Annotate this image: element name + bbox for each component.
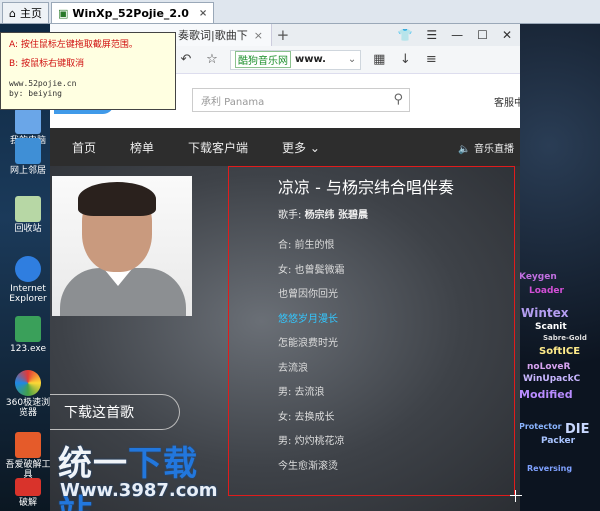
- desktop-icon-network[interactable]: 网上邻居: [4, 138, 52, 176]
- address-url: www.: [295, 54, 326, 65]
- vm-tab-home-label: 主页: [19, 7, 42, 20]
- customer-service-link[interactable]: 客服中: [494, 94, 520, 109]
- close-icon[interactable]: ×: [199, 8, 207, 19]
- lyric-line: 合: 前生的恨: [278, 240, 335, 251]
- star-icon[interactable]: ☆: [204, 52, 220, 67]
- art-text: DIE: [565, 422, 590, 437]
- art-text: Sabre-Gold: [543, 334, 587, 342]
- lyric-line: 去流浪: [278, 362, 308, 374]
- art-text: Packer: [541, 436, 576, 446]
- minimize-icon[interactable]: —: [451, 28, 463, 42]
- search-placeholder: 承利 Panama: [201, 96, 265, 108]
- chevron-down-icon[interactable]: ⌄: [348, 54, 356, 65]
- capture-instructions-tooltip: A: 按住鼠标左键拖取截屏范围。 B: 按鼠标右键取消 www.52pojie.…: [0, 32, 176, 110]
- desktop-icon-label: 回收站: [14, 224, 42, 234]
- art-text: WinUpackC: [523, 374, 581, 384]
- song-title: 凉凉 - 与杨宗纬合唱伴奏: [278, 178, 454, 197]
- tooltip-author: by: beiying: [9, 89, 62, 98]
- art-text: Keygen: [519, 272, 557, 282]
- lyric-line: 今生愈渐滚烫: [278, 460, 338, 472]
- search-icon[interactable]: ⚲: [393, 92, 403, 107]
- lyric-line: 也曾因你回光: [278, 289, 338, 300]
- screen: ⌂ 主页 ▣ WinXp_52Pojie_2.0 × Keygen Loader…: [0, 0, 600, 511]
- undo-icon[interactable]: ↶: [178, 52, 194, 67]
- art-text: noLoveR: [527, 362, 571, 372]
- lyric-line: 怎能浪费时光: [278, 338, 338, 349]
- lyric-line: 男: 灼灼桃花凉: [278, 436, 345, 447]
- desktop-icon-123exe[interactable]: 123.exe: [4, 316, 52, 354]
- lyric-line: 女: 也曾鬓微霜: [278, 264, 345, 276]
- tooltip-site: www.52pojie.cn: [9, 79, 77, 88]
- address-bar[interactable]: 酷狗音乐网 www. ⌄: [230, 49, 362, 70]
- download-song-button[interactable]: 下载这首歌: [50, 394, 180, 430]
- more-icon[interactable]: ≡: [423, 52, 439, 67]
- vm-tab-home[interactable]: ⌂ 主页: [2, 2, 49, 23]
- art-text: Loader: [529, 286, 564, 296]
- vm-icon: ▣: [57, 6, 69, 20]
- art-text: Modified: [519, 388, 573, 401]
- maximize-icon[interactable]: ☐: [477, 28, 488, 42]
- skin-icon[interactable]: 👕: [397, 28, 412, 42]
- watermark: 统一下载站 Www.3987.com: [0, 428, 230, 511]
- close-icon[interactable]: ×: [254, 29, 263, 42]
- computer-icon: [15, 108, 41, 134]
- desktop-icon-ie[interactable]: Internet Explorer: [4, 256, 52, 304]
- search-input[interactable]: 承利 Panama ⚲: [192, 88, 410, 112]
- browser-360-icon: [15, 370, 41, 396]
- nav-item-download-client[interactable]: 下载客户端: [188, 139, 248, 156]
- desktop-icon-label: 123.exe: [9, 344, 46, 354]
- nav-item-more[interactable]: 更多 ⌄: [282, 139, 320, 156]
- nav-item-charts[interactable]: 榜单: [130, 139, 154, 156]
- vm-tab-bar: ⌂ 主页 ▣ WinXp_52Pojie_2.0 ×: [0, 0, 600, 24]
- watermark-url: Www.3987.com: [60, 480, 218, 501]
- singer-names[interactable]: 杨宗纬 张碧晨: [305, 210, 368, 221]
- recycle-bin-icon: [15, 196, 41, 222]
- art-text: SoftICE: [539, 346, 581, 357]
- window-controls: 👕 ☰ — ☐ ✕: [397, 28, 520, 42]
- new-tab-button[interactable]: +: [272, 26, 294, 44]
- artist-photo: [52, 176, 192, 316]
- network-icon: [15, 138, 41, 164]
- menu-icon[interactable]: ☰: [426, 28, 437, 42]
- site-nav: 首页 榜单 下载客户端 更多 ⌄ 🔈 音乐直播: [50, 128, 520, 166]
- lyric-line: 男: 去流浪: [278, 387, 325, 398]
- tooltip-line-2: B: 按鼠标右键取消: [9, 59, 85, 69]
- nav-item-live[interactable]: 🔈 音乐直播: [458, 140, 514, 155]
- lyric-line: 女: 去换成长: [278, 411, 335, 423]
- download-icon[interactable]: ↓: [397, 52, 413, 67]
- exe-icon: [15, 316, 41, 342]
- desktop-icon-360browser[interactable]: 360极速浏览器: [4, 370, 52, 418]
- singer-label: 歌手:: [278, 210, 302, 221]
- desktop-wallpaper-art: Keygen Loader Wintex Scanit Sabre-Gold S…: [515, 24, 600, 511]
- art-text: Reversing: [527, 464, 573, 473]
- browser-tab-label: 奏歌词|歌曲下: [178, 29, 248, 42]
- desktop-icon-label: Internet Explorer: [9, 284, 47, 304]
- desktop-icon-label: 360极速浏览器: [5, 398, 51, 418]
- close-window-icon[interactable]: ✕: [502, 28, 512, 42]
- vm-tab-winxp-label: WinXp_52Pojie_2.0: [72, 6, 189, 20]
- art-text: Protector: [519, 422, 562, 431]
- nav-item-home[interactable]: 首页: [72, 139, 96, 156]
- lyric-line: 悠悠岁月漫长: [278, 313, 338, 325]
- extension-icon[interactable]: ▦: [371, 52, 387, 67]
- crosshair-cursor-icon: [510, 490, 522, 502]
- desktop-icon-recycle-bin[interactable]: 回收站: [4, 196, 52, 234]
- chevron-down-icon: ⌄: [309, 140, 320, 155]
- live-icon: 🔈: [458, 143, 471, 155]
- singer-line: 歌手: 杨宗纬 张碧晨: [278, 206, 368, 221]
- internet-explorer-icon: [15, 256, 41, 282]
- tooltip-line-1: A: 按住鼠标左键拖取截屏范围。: [9, 40, 138, 50]
- art-text: Scanit: [535, 322, 567, 332]
- art-text: Wintex: [521, 306, 569, 320]
- vm-tab-winxp[interactable]: ▣ WinXp_52Pojie_2.0 ×: [50, 2, 215, 23]
- home-icon: ⌂: [9, 6, 16, 20]
- site-badge: 酷狗音乐网: [235, 51, 291, 68]
- desktop-icon-label: 网上邻居: [9, 166, 46, 176]
